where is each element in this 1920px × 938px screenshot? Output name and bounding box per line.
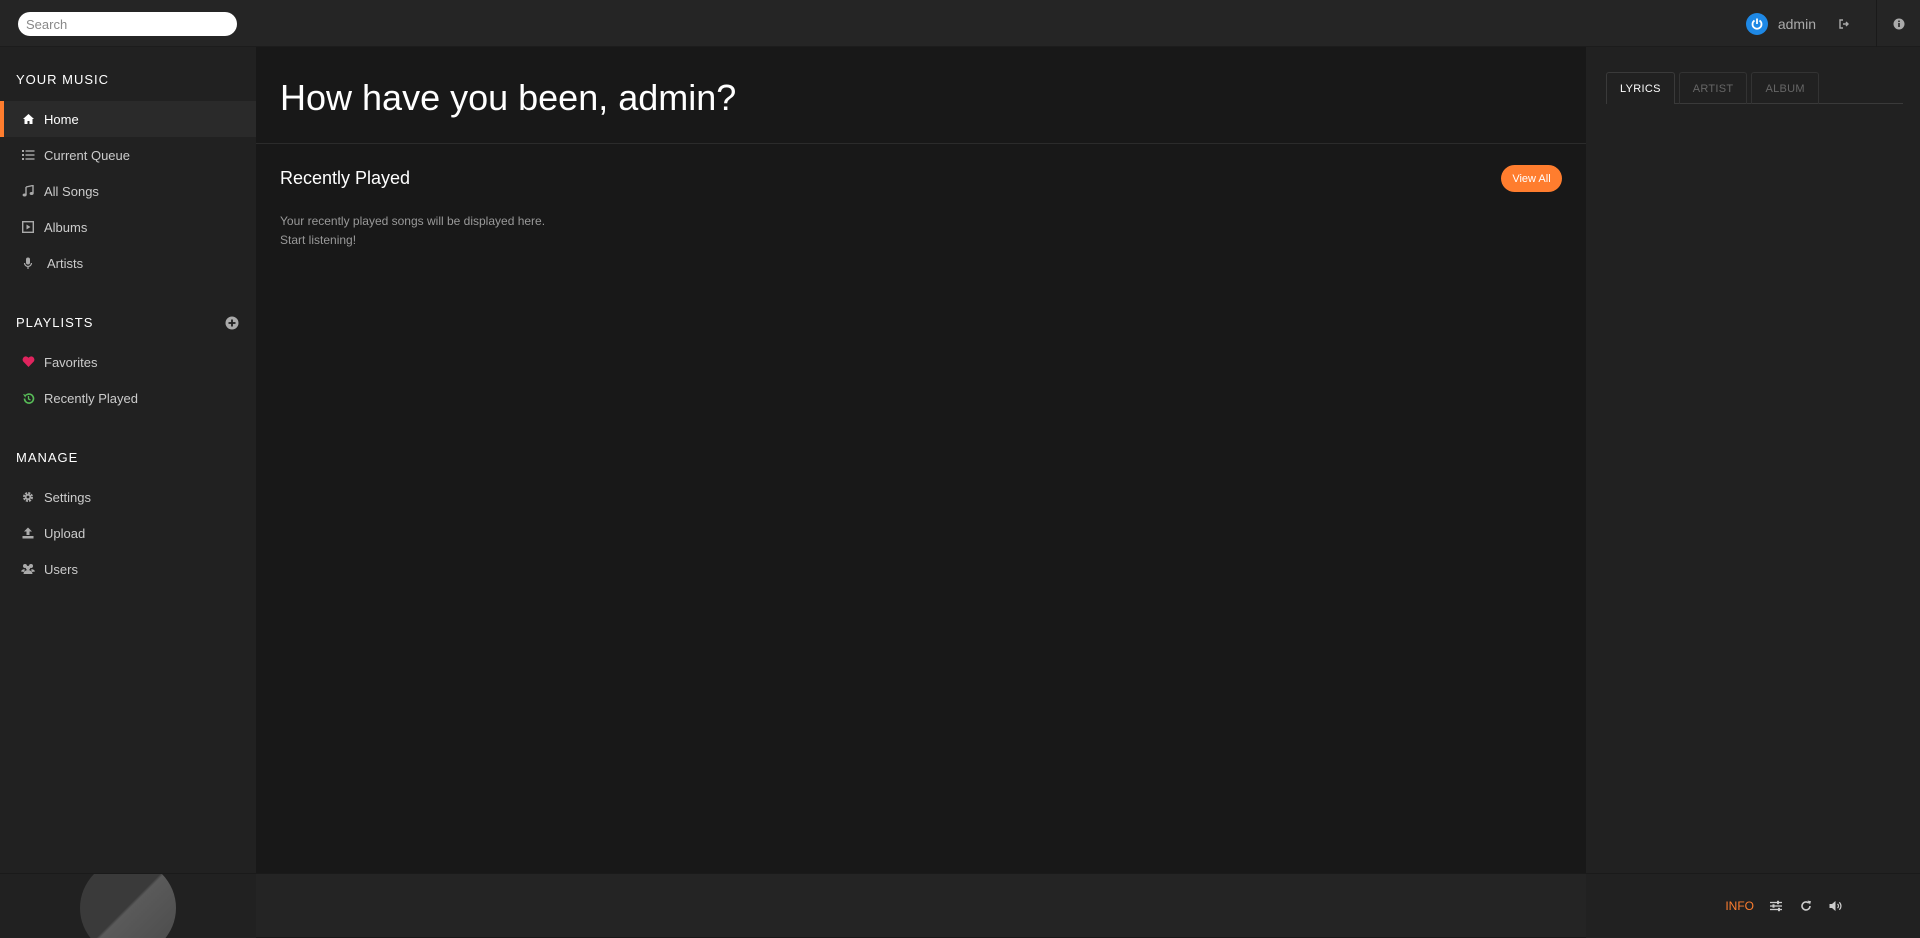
sidebar-item-label: Current Queue [44, 147, 130, 163]
microphone-icon [20, 255, 36, 271]
info-button[interactable]: INFO [1725, 899, 1754, 913]
empty-message-line: Your recently played songs will be displ… [280, 214, 546, 228]
sidebar-item-users[interactable]: Users [0, 551, 256, 587]
list-icon [20, 147, 36, 163]
playlists-heading: PLAYLISTS [16, 315, 94, 330]
search-input[interactable] [18, 12, 237, 36]
page-title: How have you been, admin? [280, 77, 737, 118]
user-avatar[interactable] [1745, 12, 1768, 35]
add-playlist-icon[interactable] [224, 315, 240, 331]
sidebar-item-label: All Songs [44, 183, 99, 199]
recently-played-empty-message: Your recently played songs will be displ… [280, 212, 545, 250]
tab-lyrics[interactable]: LYRICS [1606, 72, 1675, 104]
cover-area [0, 874, 256, 938]
username[interactable]: admin [1778, 16, 1816, 32]
upload-icon [20, 525, 36, 541]
sidebar: YOUR MUSIC Home Current Queue All Songs … [0, 47, 256, 873]
user-area: admin [1745, 0, 1854, 47]
sidebar-item-home[interactable]: Home [0, 101, 256, 137]
top-bar: admin [0, 0, 1920, 47]
recently-played-title: Recently Played [280, 168, 411, 188]
main-content: How have you been, admin? Recently Playe… [256, 47, 1586, 873]
playlist-item-favorites[interactable]: Favorites [0, 344, 256, 380]
sidebar-item-current-queue[interactable]: Current Queue [0, 137, 256, 173]
logout-icon[interactable] [1834, 14, 1854, 34]
heart-icon [20, 354, 36, 370]
sidebar-item-settings[interactable]: Settings [0, 479, 256, 515]
album-cover[interactable] [80, 874, 176, 938]
your-music-heading: YOUR MUSIC [16, 72, 110, 87]
manage-heading: MANAGE [16, 450, 79, 465]
sidebar-item-artists[interactable]: Artists [0, 245, 256, 281]
sidebar-item-upload[interactable]: Upload [0, 515, 256, 551]
sidebar-item-label: Users [44, 561, 78, 577]
album-icon [20, 219, 36, 235]
extra-tabs: LYRICS ARTIST ALBUM [1606, 72, 1903, 104]
divider [256, 143, 1586, 144]
home-icon [20, 111, 36, 127]
history-icon [20, 390, 36, 406]
tab-album[interactable]: ALBUM [1751, 72, 1819, 104]
sidebar-item-label: Home [44, 111, 79, 127]
users-icon [20, 561, 36, 577]
tab-artist[interactable]: ARTIST [1678, 72, 1748, 104]
extra-panel: LYRICS ARTIST ALBUM [1586, 47, 1920, 873]
equalizer-icon[interactable] [1768, 898, 1784, 914]
playlist-item-label: Recently Played [44, 390, 138, 406]
playlist-item-label: Favorites [44, 354, 98, 370]
sidebar-item-label: Artists [47, 255, 84, 271]
view-all-button[interactable]: View All [1501, 165, 1562, 192]
gear-icon [20, 489, 36, 505]
playlist-item-recently-played[interactable]: Recently Played [0, 380, 256, 416]
sidebar-item-label: Settings [44, 489, 91, 505]
music-note-icon [20, 183, 36, 199]
sidebar-item-label: Albums [44, 219, 88, 235]
info-toggle-icon[interactable] [1876, 0, 1920, 47]
empty-message-line: Start listening! [280, 233, 357, 247]
sidebar-item-albums[interactable]: Albums [0, 209, 256, 245]
sidebar-item-label: Upload [44, 525, 86, 541]
player-extra-controls: INFO [1586, 874, 1920, 938]
player-footer: INFO [0, 873, 1920, 938]
volume-icon[interactable] [1828, 898, 1844, 914]
power-icon [1751, 18, 1763, 30]
sidebar-item-all-songs[interactable]: All Songs [0, 173, 256, 209]
repeat-icon[interactable] [1798, 898, 1814, 914]
